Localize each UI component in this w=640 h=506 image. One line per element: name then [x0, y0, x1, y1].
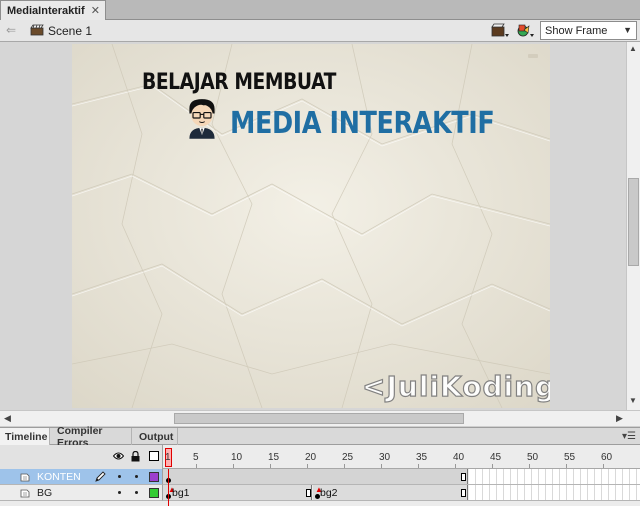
- ruler-number: 10: [231, 452, 243, 463]
- ruler-tick: [344, 464, 345, 468]
- empty-frames[interactable]: [469, 469, 640, 484]
- ruler-tick: [307, 464, 308, 468]
- ruler-tick: [233, 464, 234, 468]
- end-frame-marker[interactable]: [461, 473, 466, 481]
- end-frame-marker[interactable]: [461, 489, 466, 497]
- ruler-tick: [418, 464, 419, 468]
- ruler-number: 15: [268, 452, 280, 463]
- ruler-tick: [566, 464, 567, 468]
- vertical-scrollbar[interactable]: ▲ ▼: [626, 42, 640, 410]
- ruler-number: 60: [601, 452, 613, 463]
- heading-line-1: BELAJAR MEMBUAT: [142, 70, 337, 95]
- layer-name-cell[interactable]: KONTEN: [0, 469, 163, 485]
- horizontal-scroll-thumb[interactable]: [174, 413, 464, 424]
- scene-label[interactable]: Scene 1: [48, 24, 92, 38]
- pasteboard: BELAJAR MEMBUAT MEDIA INTERAKTIF <JuliKo…: [0, 42, 626, 410]
- empty-frames[interactable]: [469, 485, 640, 500]
- ruler-number: 20: [305, 452, 317, 463]
- layer-frames-bg[interactable]: ▲ bg1 ▲ bg2: [163, 485, 640, 501]
- pencil-icon: [95, 471, 106, 482]
- layer-label-bg[interactable]: BG: [37, 487, 52, 499]
- ruler-tick: [529, 464, 530, 468]
- back-arrow-icon[interactable]: ⇐: [6, 23, 16, 37]
- panel-menu-icon[interactable]: ▾☰: [622, 431, 636, 442]
- timeline-panel: 1 5 10 15 20 25 30 35 40 45 50 55 60 KON…: [0, 445, 640, 506]
- ruler-tick: [381, 464, 382, 468]
- zoom-select[interactable]: Show Frame ▼: [540, 21, 637, 40]
- end-frame-marker[interactable]: [306, 489, 311, 497]
- ruler-tick: [455, 464, 456, 468]
- flash-ide-window: MediaInteraktif ✕ ⇐ Scene 1 Show Frame ▼: [0, 0, 640, 506]
- ruler-number: 1: [165, 452, 171, 463]
- layer-icon: [20, 473, 30, 482]
- document-tab-bar: MediaInteraktif ✕: [0, 0, 640, 20]
- ruler-number: 55: [564, 452, 576, 463]
- watermark-text: <JuliKoding/>: [361, 369, 550, 403]
- ruler-number: 35: [416, 452, 428, 463]
- layer-header: [0, 445, 163, 469]
- layer-outline-color-swatch[interactable]: [149, 472, 159, 482]
- lock-dot[interactable]: [135, 491, 138, 494]
- heading-line-2: MEDIA INTERAKTIF: [230, 106, 495, 141]
- ruler-number: 25: [342, 452, 354, 463]
- lock-dot[interactable]: [135, 475, 138, 478]
- layer-name-cell[interactable]: BG: [0, 485, 163, 501]
- edit-symbols-icon[interactable]: [490, 22, 512, 40]
- layer-icon: [20, 489, 30, 498]
- scroll-left-icon[interactable]: ◀: [4, 413, 11, 424]
- scroll-up-icon[interactable]: ▲: [629, 44, 637, 53]
- close-tab-icon[interactable]: ✕: [91, 4, 100, 17]
- ruler-number: 5: [193, 452, 199, 463]
- avatar-character: [189, 99, 215, 139]
- layer-label-konten[interactable]: KONTEN: [37, 471, 81, 483]
- lock-icon[interactable]: [131, 451, 140, 462]
- ruler-number: 40: [453, 452, 465, 463]
- zoom-select-value: Show Frame: [545, 24, 608, 37]
- stage-corner-mark: [528, 54, 538, 58]
- tab-compiler-errors[interactable]: Compiler Errors: [52, 425, 132, 449]
- frame-label-bg2: bg2: [320, 487, 338, 499]
- frame-span[interactable]: [163, 469, 468, 484]
- document-tab[interactable]: MediaInteraktif ✕: [0, 0, 106, 20]
- outline-toggle-icon[interactable]: [149, 451, 159, 461]
- clapperboard-icon: [30, 24, 44, 36]
- layer-outline-color-swatch[interactable]: [149, 488, 159, 498]
- ruler-number: 50: [527, 452, 539, 463]
- vertical-scroll-thumb[interactable]: [628, 178, 639, 266]
- panel-tab-bar: Timeline Compiler Errors Output ▾☰: [0, 425, 640, 449]
- layer-row-konten[interactable]: KONTEN: [0, 469, 640, 485]
- tab-output[interactable]: Output: [134, 428, 178, 445]
- scroll-right-icon[interactable]: ▶: [616, 413, 623, 424]
- edit-bar: ⇐ Scene 1 Show Frame ▼: [0, 20, 640, 42]
- document-tab-title: MediaInteraktif: [7, 4, 85, 17]
- visibility-dot[interactable]: [118, 491, 121, 494]
- edit-scene-icon[interactable]: [515, 22, 537, 40]
- frame-ruler[interactable]: 1 5 10 15 20 25 30 35 40 45 50 55 60: [163, 445, 640, 469]
- layer-row-bg[interactable]: BG ▲ bg1 ▲ bg2: [0, 485, 640, 501]
- layer-frames-konten[interactable]: [163, 469, 640, 485]
- ruler-number: 30: [379, 452, 391, 463]
- scroll-down-icon[interactable]: ▼: [629, 396, 637, 405]
- ruler-tick: [492, 464, 493, 468]
- playhead-line: [168, 469, 169, 506]
- crumpled-paper-background: [72, 44, 550, 408]
- tab-timeline[interactable]: Timeline: [0, 428, 50, 445]
- eye-icon[interactable]: [113, 451, 124, 461]
- frame-label-bg1: bg1: [172, 487, 190, 499]
- ruler-tick: [603, 464, 604, 468]
- ruler-number: 45: [490, 452, 502, 463]
- ruler-tick: [270, 464, 271, 468]
- chevron-down-icon: ▼: [623, 25, 632, 35]
- ruler-tick: [196, 464, 197, 468]
- stage[interactable]: BELAJAR MEMBUAT MEDIA INTERAKTIF <JuliKo…: [72, 44, 550, 408]
- visibility-dot[interactable]: [118, 475, 121, 478]
